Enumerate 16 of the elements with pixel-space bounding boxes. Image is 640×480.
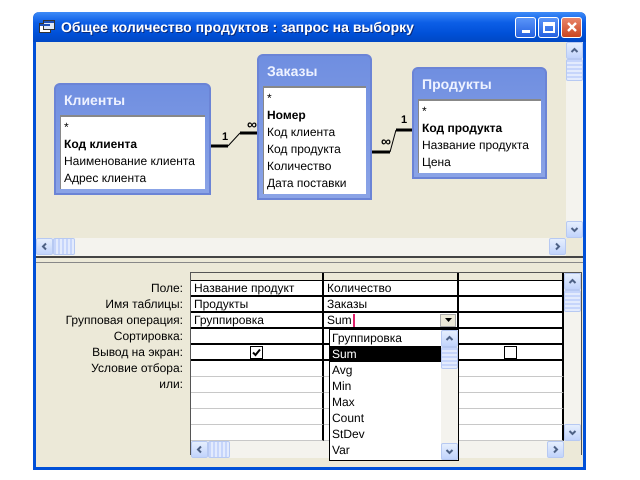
row-label: Условие отбора: [90,360,183,376]
window-title: Общее количество продуктов : запрос на выборку [61,19,415,35]
row-label: Вывод на экран: [91,344,183,360]
table-title: Клиенты [63,91,126,110]
cardinality-label: 1 [401,114,408,126]
row-label: или: [158,376,183,392]
cardinality-label: 1 [222,131,228,143]
row-label: Поле: [150,280,183,296]
row-label: Групповая операция: [64,312,183,328]
table-title: Заказы [266,62,318,81]
cell-text: Sum [327,313,352,327]
table-title: Продукты [421,75,493,94]
row-label: Сортировка: [112,328,183,344]
cardinality-label: ∞ [381,133,391,149]
row-label: Имя таблицы: [104,296,183,312]
cardinality-label: ∞ [247,116,257,132]
